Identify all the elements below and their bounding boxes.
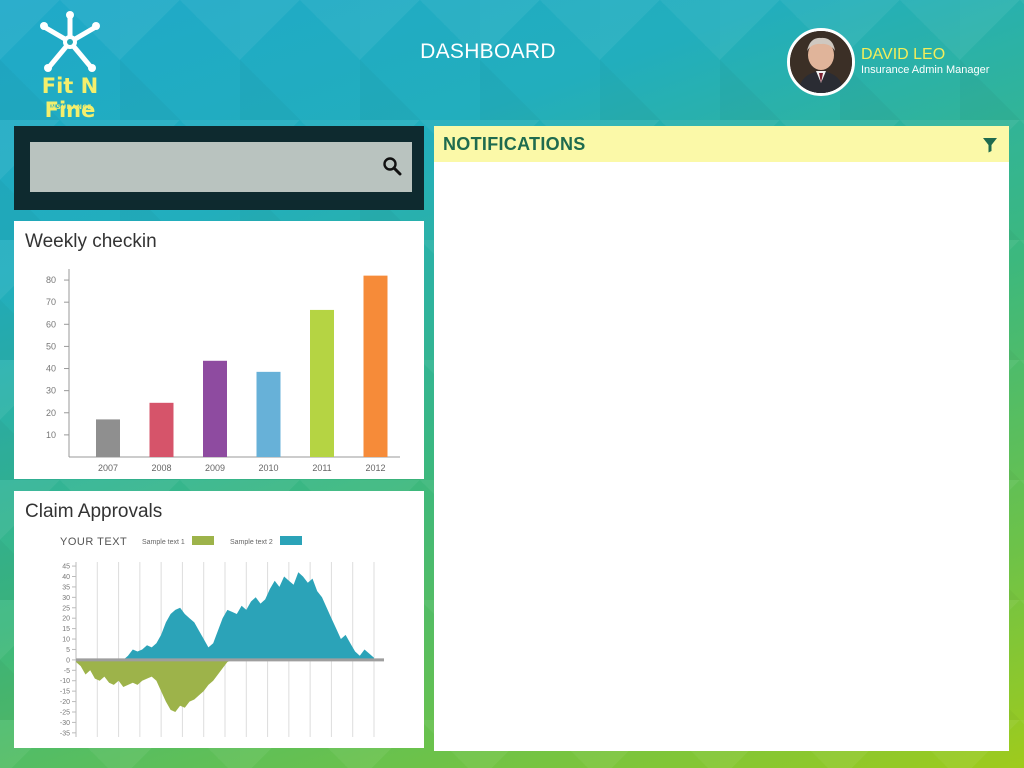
bar bbox=[96, 419, 120, 457]
snowflake-logo-icon bbox=[40, 11, 100, 72]
bar-y-tick-label: 70 bbox=[46, 297, 56, 307]
claim-approvals-chart: YOUR TEXT Sample text 1 Sample text 2 45 40 3… bbox=[60, 536, 384, 737]
logo-text: Fit N Fine bbox=[41, 74, 99, 122]
bar-y-tick-label: 50 bbox=[46, 341, 56, 351]
area-y-tick-label: 5 bbox=[66, 647, 70, 654]
legend-title: YOUR TEXT bbox=[60, 536, 127, 548]
notifications-panel: NOTIFICATIONS bbox=[434, 126, 1009, 751]
area-y-tick-label: 15 bbox=[62, 626, 70, 633]
user-role: Insurance Admin Manager bbox=[861, 64, 990, 76]
search-panel bbox=[14, 126, 424, 210]
area-y-tick-label: -20 bbox=[60, 699, 70, 706]
header: Fit N Fine INSURANCE DASHBOARD DAVID LEO… bbox=[0, 0, 1024, 122]
bar-x-tick-label: 2010 bbox=[258, 463, 278, 473]
filter-icon[interactable] bbox=[982, 137, 998, 153]
area-y-tick-label: -15 bbox=[60, 689, 70, 696]
area-y-tick-label: -5 bbox=[64, 668, 70, 675]
logo-subtext: INSURANCE bbox=[48, 104, 92, 111]
bar bbox=[363, 275, 388, 457]
user-name[interactable]: DAVID LEO bbox=[861, 46, 945, 64]
area-y-tick-label: -25 bbox=[60, 709, 70, 716]
bar-y-tick-label: 60 bbox=[46, 319, 56, 329]
area-y-tick-label: 20 bbox=[62, 616, 70, 623]
area-y-tick-label: 35 bbox=[62, 584, 70, 591]
bar-y-tick-label: 80 bbox=[46, 275, 56, 285]
bar-y-tick-label: 20 bbox=[46, 408, 56, 418]
avatar-portrait-icon bbox=[790, 31, 852, 93]
search-icon[interactable] bbox=[382, 156, 402, 176]
bar-y-tick-label: 30 bbox=[46, 386, 56, 396]
weekly-checkin-card: Weekly checkin 10 20 30 40 50 60 70 80 2007 2008 2… bbox=[14, 221, 424, 479]
bar-y-tick-label: 40 bbox=[46, 364, 56, 374]
bar-x-tick-label: 2007 bbox=[98, 463, 118, 473]
search-input[interactable] bbox=[30, 142, 412, 192]
app-logo: Fit N Fine INSURANCE bbox=[22, 10, 118, 122]
bar-x-tick-label: 2008 bbox=[151, 463, 171, 473]
area-y-tick-label: 10 bbox=[62, 637, 70, 644]
bar-x-tick-label: 2012 bbox=[365, 463, 385, 473]
claim-approvals-card: Claim Approvals YOUR TEXT Sample text 1 Sa… bbox=[14, 491, 424, 748]
legend-swatch bbox=[280, 536, 302, 545]
legend-swatch bbox=[192, 536, 214, 545]
notifications-header: NOTIFICATIONS bbox=[434, 126, 1009, 162]
area-y-tick-label: -30 bbox=[60, 720, 70, 727]
bar bbox=[310, 309, 334, 457]
legend-label: Sample text 2 bbox=[230, 539, 273, 546]
bar bbox=[203, 360, 227, 457]
user-avatar[interactable] bbox=[787, 28, 855, 96]
area-y-tick-label: 45 bbox=[62, 564, 70, 571]
bar-x-tick-label: 2011 bbox=[312, 463, 331, 473]
page-title: DASHBOARD bbox=[420, 40, 556, 63]
area-y-tick-label: 40 bbox=[62, 574, 70, 581]
bar-x-tick-label: 2009 bbox=[205, 463, 225, 473]
area-y-tick-label: -10 bbox=[60, 678, 70, 685]
weekly-checkin-chart: 10 20 30 40 50 60 70 80 2007 2008 2009 2010 2011 2012 bbox=[46, 269, 400, 473]
legend-label: Sample text 1 bbox=[142, 539, 185, 546]
bar bbox=[256, 371, 281, 457]
area-y-tick-label: 25 bbox=[62, 605, 70, 612]
notifications-title: NOTIFICATIONS bbox=[443, 134, 586, 154]
bar bbox=[149, 402, 174, 457]
area-y-tick-label: 0 bbox=[66, 657, 70, 664]
area-y-tick-label: -35 bbox=[60, 730, 70, 737]
area-y-tick-label: 30 bbox=[62, 595, 70, 602]
bar-y-tick-label: 10 bbox=[46, 430, 56, 440]
